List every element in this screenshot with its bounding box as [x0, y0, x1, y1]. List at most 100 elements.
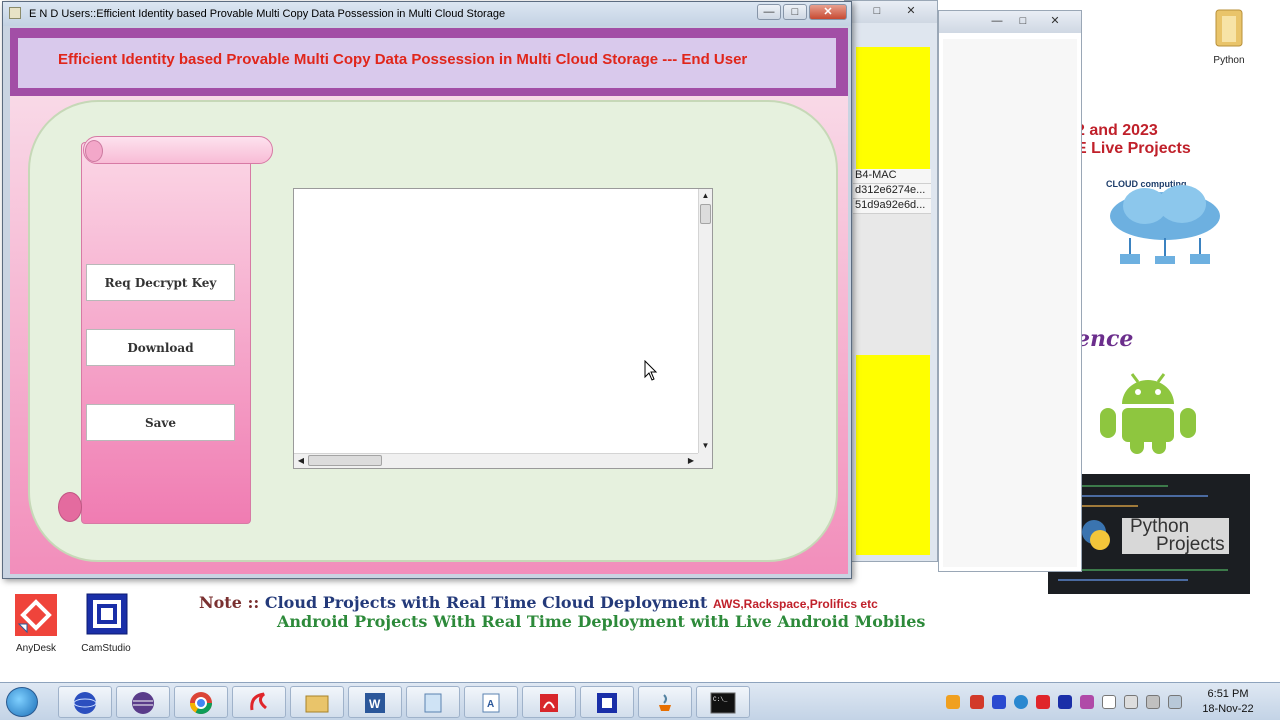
taskbar-chrome[interactable]	[174, 686, 228, 718]
tray-network-tool-icon[interactable]	[992, 695, 1006, 709]
desktop-icon-label: CamStudio	[81, 643, 131, 654]
scroll-up-arrow-icon[interactable]: ▲	[699, 189, 712, 203]
taskbar-explorer[interactable]	[290, 686, 344, 718]
java-icon	[659, 694, 671, 711]
taskbar-anydesk[interactable]	[232, 686, 286, 718]
svg-text:C:\_: C:\_	[713, 696, 728, 703]
chrome-icon	[190, 692, 212, 714]
save-button[interactable]: Save	[86, 404, 235, 441]
word-icon: W	[365, 693, 385, 713]
taskbar-eclipse[interactable]	[116, 686, 170, 718]
taskbar-notepad[interactable]	[406, 686, 460, 718]
maximize-button[interactable]: □	[865, 4, 889, 18]
end-user-window[interactable]: E N D Users::Efficient Identity based Pr…	[2, 1, 852, 579]
req-decrypt-key-button[interactable]: Req Decrypt Key	[86, 264, 235, 301]
yellow-panel-top	[856, 47, 930, 169]
yellow-panel-bottom	[856, 355, 930, 555]
desktop-icon-anydesk[interactable]: AnyDesk	[10, 592, 62, 654]
close-button[interactable]: ✕	[1043, 14, 1067, 28]
scroll-down-arrow-icon[interactable]: ▼	[699, 439, 712, 453]
desktop-icon-label: AnyDesk	[15, 643, 56, 654]
wordpad-icon: A	[482, 693, 500, 713]
tray-alert-icon[interactable]	[946, 695, 960, 709]
taskbar-clock[interactable]: 6:51 PM 18-Nov-22	[1198, 687, 1258, 717]
download-button[interactable]: Download	[86, 329, 235, 366]
tray-settings-icon[interactable]	[1014, 695, 1028, 709]
clock-time: 6:51 PM	[1207, 688, 1249, 700]
tray-keyboard-icon[interactable]	[1124, 695, 1138, 709]
tray-camstudio-icon[interactable]	[1058, 695, 1072, 709]
wallpaper-note-line2: Android Projects With Real Time Deployme…	[277, 612, 926, 631]
scroll-decoration-top	[83, 136, 273, 164]
note-cloud-projects: Cloud Projects with Real Time Cloud Depl…	[264, 593, 708, 612]
close-button[interactable]: ✕	[899, 4, 923, 18]
svg-text:A: A	[487, 699, 494, 710]
desktop-icon-label: Python	[1213, 55, 1245, 66]
wallpaper-ence-text: ence	[1076, 326, 1134, 352]
vertical-scrollbar[interactable]: ▲ ▼	[698, 189, 712, 453]
minimize-button[interactable]: —	[985, 14, 1009, 28]
note-prefix: Note ::	[199, 593, 260, 612]
scroll-left-arrow-icon[interactable]: ◀	[294, 454, 308, 468]
header-panel: Efficient Identity based Provable Multi …	[18, 38, 836, 88]
tray-security-icon[interactable]	[1080, 695, 1094, 709]
svg-text:W: W	[369, 697, 381, 711]
python-projects-line2: Projects	[1156, 534, 1225, 555]
android-robot-icon	[1100, 373, 1196, 454]
camstudio-icon	[597, 693, 617, 713]
background-window-right[interactable]: — □ ✕	[938, 10, 1082, 572]
minimize-button[interactable]: —	[757, 4, 781, 20]
vertical-scroll-thumb[interactable]	[700, 204, 711, 224]
taskbar-cmd[interactable]: C:\_	[696, 686, 750, 718]
background-list: B4-MAC d312e6274e... 51d9a92e6d...	[853, 169, 931, 355]
horizontal-scrollbar[interactable]: ◀ ▶	[294, 453, 698, 468]
clock-date: 18-Nov-22	[1202, 703, 1254, 715]
list-row[interactable]: B4-MAC	[853, 169, 931, 184]
window-body	[943, 39, 1077, 567]
header-frame: Efficient Identity based Provable Multi …	[10, 28, 848, 96]
camstudio-icon	[86, 593, 128, 635]
mouse-cursor-icon	[644, 360, 658, 381]
wallpaper-live-projects: E Live Projects	[1076, 140, 1191, 157]
globe-icon	[73, 692, 97, 714]
cloud-computing-graphic: CLOUD computing	[1106, 179, 1220, 264]
tray-display-icon[interactable]	[1168, 695, 1182, 709]
scrollbar-corner	[698, 453, 712, 468]
start-button[interactable]	[6, 687, 38, 717]
folder-icon	[305, 695, 329, 713]
anydesk-swirl-icon	[250, 692, 267, 711]
taskbar-wordpad[interactable]: A	[464, 686, 518, 718]
wallpaper-year-banner: 2 and 2023	[1076, 122, 1158, 139]
wallpaper-note-line1: Note :: Cloud Projects with Real Time Cl…	[199, 593, 878, 612]
tray-flag-icon[interactable]	[1102, 695, 1116, 709]
maximize-button[interactable]: □	[1011, 14, 1035, 28]
taskbar-acrobat[interactable]	[522, 686, 576, 718]
desktop-icon-python[interactable]: Python	[1206, 6, 1252, 66]
folder-icon	[1215, 9, 1243, 47]
close-button[interactable]: ✕	[809, 4, 847, 20]
desktop-icon-camstudio[interactable]: CamStudio	[76, 592, 136, 654]
taskbar-word[interactable]: W	[348, 686, 402, 718]
window-titlebar: E N D Users::Efficient Identity based Pr…	[3, 2, 851, 26]
text-area-content[interactable]	[298, 193, 694, 449]
tray-app-icon[interactable]	[970, 695, 984, 709]
scroll-right-arrow-icon[interactable]: ▶	[684, 454, 698, 468]
window-titlebar	[845, 1, 937, 23]
taskbar-camstudio[interactable]	[580, 686, 634, 718]
taskbar-ie[interactable]	[58, 686, 112, 718]
page-title: Efficient Identity based Provable Multi …	[58, 51, 748, 68]
tray-anydesk-icon[interactable]	[1036, 695, 1050, 709]
output-text-area[interactable]: ▲ ▼ ◀ ▶	[293, 188, 713, 469]
list-row[interactable]: 51d9a92e6d...	[853, 199, 931, 214]
tray-volume-icon[interactable]	[1146, 695, 1160, 709]
taskbar-java[interactable]	[638, 686, 692, 718]
maximize-button[interactable]: □	[783, 4, 807, 20]
python-projects-title: Python Projects	[1122, 517, 1229, 555]
java-app-icon	[9, 7, 21, 19]
terminal-icon: C:\_	[710, 692, 736, 714]
horizontal-scroll-thumb[interactable]	[308, 455, 382, 466]
list-row[interactable]: d312e6274e...	[853, 184, 931, 199]
eclipse-icon	[132, 692, 154, 714]
note-providers: AWS,Rackspace,Prolifics etc	[713, 597, 878, 611]
notepad-icon	[424, 693, 442, 713]
